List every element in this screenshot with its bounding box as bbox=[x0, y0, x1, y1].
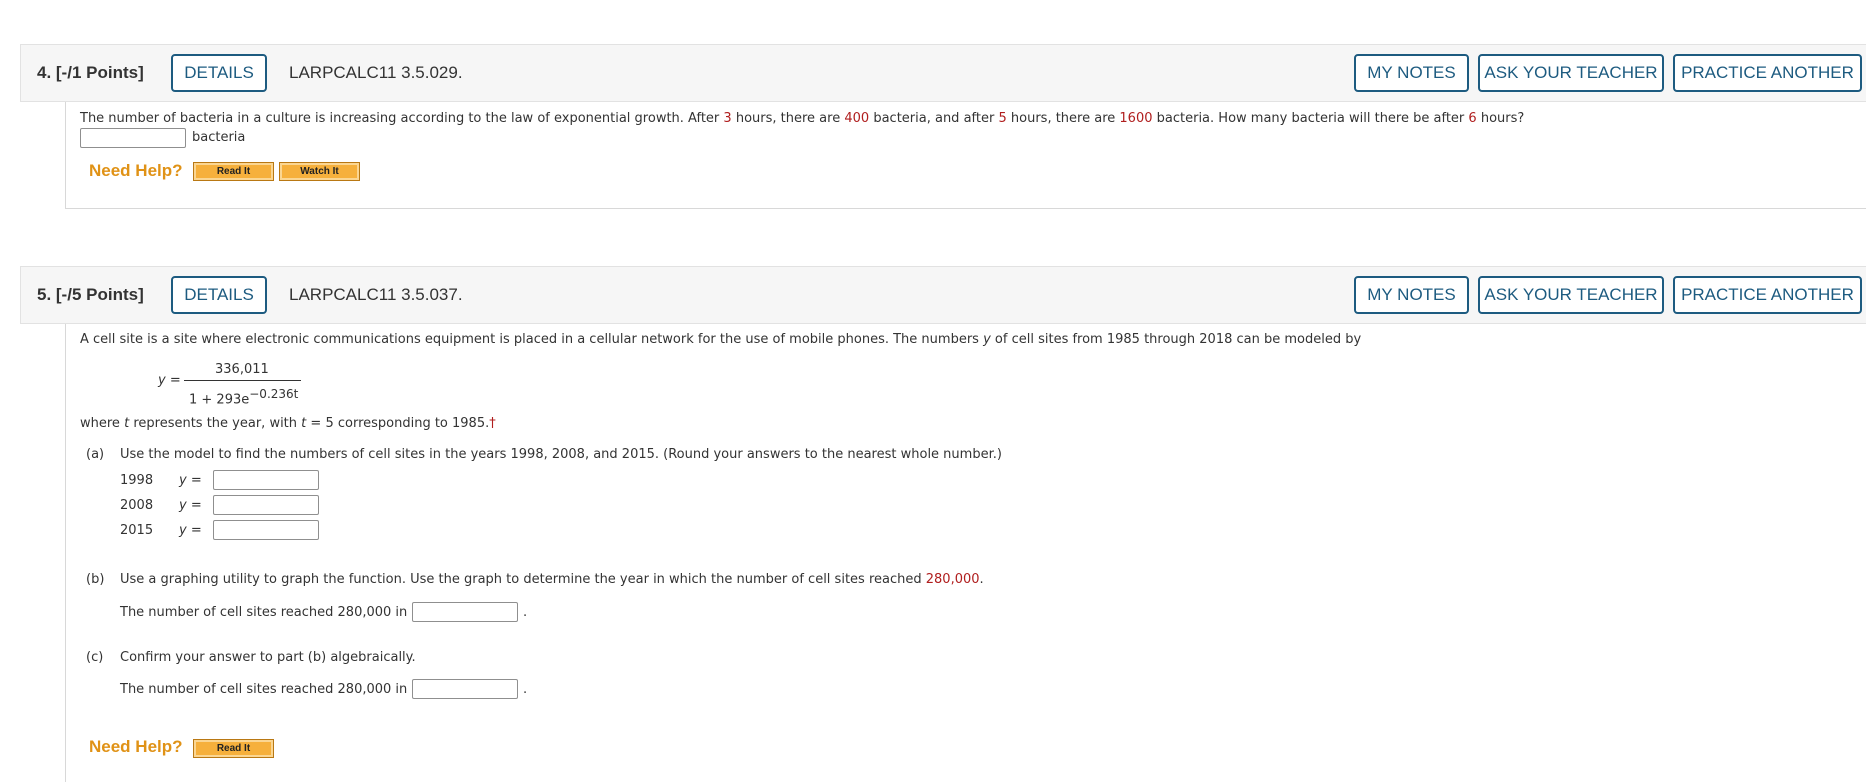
intro-text: A cell site is a site where electronic c… bbox=[80, 332, 1362, 347]
formula-lhs: y = bbox=[158, 373, 181, 388]
period: . bbox=[523, 682, 528, 697]
part-b-answer-prompt: The number of cell sites reached 280,000… bbox=[120, 605, 408, 620]
bacteria-value: 1600 bbox=[1119, 111, 1153, 126]
y-equals-label: y = bbox=[179, 498, 202, 513]
question-text: The number of bacteria in a culture is i… bbox=[80, 111, 1525, 126]
question-number: 5. [-/5 Points] bbox=[37, 285, 144, 304]
my-notes-button[interactable]: MY NOTES bbox=[1354, 276, 1469, 314]
practice-another-button[interactable]: PRACTICE ANOTHER bbox=[1673, 54, 1862, 92]
year-label: 2008 bbox=[120, 498, 154, 513]
hours-value: 6 bbox=[1468, 111, 1477, 126]
formula-denominator: 1 + 293e−0.236t bbox=[189, 387, 299, 408]
my-notes-button[interactable]: MY NOTES bbox=[1354, 54, 1469, 92]
part-b-label: (b) bbox=[86, 572, 105, 587]
formula-numerator: 336,011 bbox=[215, 362, 269, 377]
need-help-label: Need Help? bbox=[89, 161, 183, 180]
part-c-text: Confirm your answer to part (b) algebrai… bbox=[120, 650, 416, 665]
bacteria-value: 400 bbox=[844, 111, 870, 126]
year-label: 2015 bbox=[120, 523, 154, 538]
part-c-answer-input[interactable] bbox=[412, 679, 518, 699]
year-label: 1998 bbox=[120, 473, 154, 488]
practice-another-button[interactable]: PRACTICE ANOTHER bbox=[1673, 276, 1862, 314]
target-value: 280,000 bbox=[925, 572, 980, 587]
hours-value: 3 bbox=[723, 111, 732, 126]
period: . bbox=[523, 605, 528, 620]
answer-2008-input[interactable] bbox=[213, 495, 319, 515]
need-help-label: Need Help? bbox=[89, 737, 183, 756]
y-equals-label: y = bbox=[179, 473, 202, 488]
details-button[interactable]: DETAILS bbox=[171, 54, 267, 92]
part-b-text: Use a graphing utility to graph the func… bbox=[120, 572, 984, 587]
question-4-body: The number of bacteria in a culture is i… bbox=[65, 102, 1866, 209]
question-number: 4. [-/1 Points] bbox=[37, 63, 144, 82]
answer-2015-input[interactable] bbox=[213, 520, 319, 540]
part-c-answer-prompt: The number of cell sites reached 280,000… bbox=[120, 682, 408, 697]
details-button[interactable]: DETAILS bbox=[171, 276, 267, 314]
fraction-bar bbox=[184, 380, 301, 381]
watch-it-button[interactable]: Watch It bbox=[279, 162, 360, 181]
ask-your-teacher-button[interactable]: ASK YOUR TEACHER bbox=[1478, 276, 1664, 314]
question-reference: LARPCALC11 3.5.037. bbox=[289, 285, 463, 304]
bacteria-answer-input[interactable] bbox=[80, 128, 186, 148]
part-b-answer-input[interactable] bbox=[412, 602, 518, 622]
hours-value: 5 bbox=[998, 111, 1007, 126]
y-equals-label: y = bbox=[179, 523, 202, 538]
read-it-button[interactable]: Read It bbox=[193, 739, 274, 758]
answer-1998-input[interactable] bbox=[213, 470, 319, 490]
part-c-label: (c) bbox=[86, 650, 104, 665]
ask-your-teacher-button[interactable]: ASK YOUR TEACHER bbox=[1478, 54, 1664, 92]
where-text: where t represents the year, with t = 5 … bbox=[80, 416, 496, 431]
part-a-label: (a) bbox=[86, 447, 105, 462]
question-reference: LARPCALC11 3.5.029. bbox=[289, 63, 463, 82]
unit-label: bacteria bbox=[192, 130, 246, 145]
footnote-link[interactable]: † bbox=[489, 416, 496, 431]
question-5-header: 5. [-/5 Points] DETAILS LARPCALC11 3.5.0… bbox=[20, 266, 1866, 324]
question-5-body: A cell site is a site where electronic c… bbox=[65, 324, 1866, 782]
question-4-header: 4. [-/1 Points] DETAILS LARPCALC11 3.5.0… bbox=[20, 44, 1866, 102]
read-it-button[interactable]: Read It bbox=[193, 162, 274, 181]
part-a-text: Use the model to find the numbers of cel… bbox=[120, 447, 1002, 462]
